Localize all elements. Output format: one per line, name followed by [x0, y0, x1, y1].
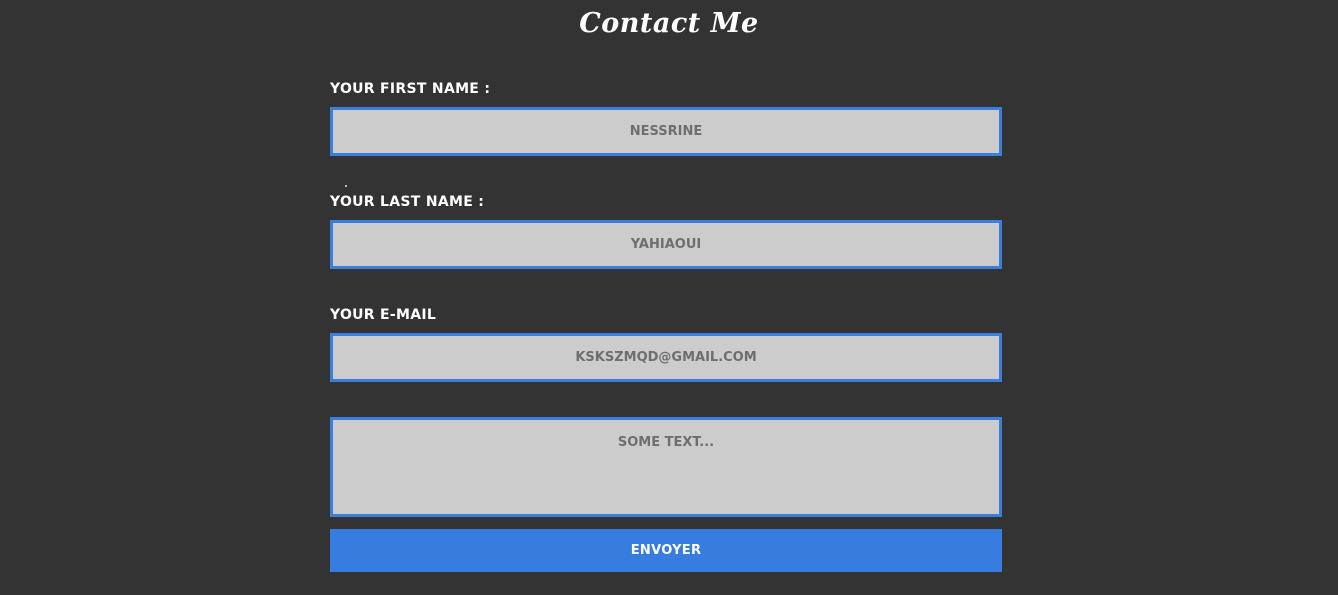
page-title: Contact Me — [579, 8, 759, 39]
first-name-label: YOUR FIRST NAME : — [330, 81, 491, 97]
message-textarea[interactable] — [330, 417, 1002, 517]
last-name-input[interactable] — [330, 220, 1002, 269]
submit-button[interactable]: ENVOYER — [330, 529, 1002, 572]
first-name-input[interactable] — [330, 107, 1002, 156]
email-label: YOUR E-MAIL — [330, 307, 437, 323]
email-input[interactable] — [330, 333, 1002, 382]
last-name-label: YOUR LAST NAME : — [330, 194, 485, 210]
stray-dot — [345, 185, 347, 187]
